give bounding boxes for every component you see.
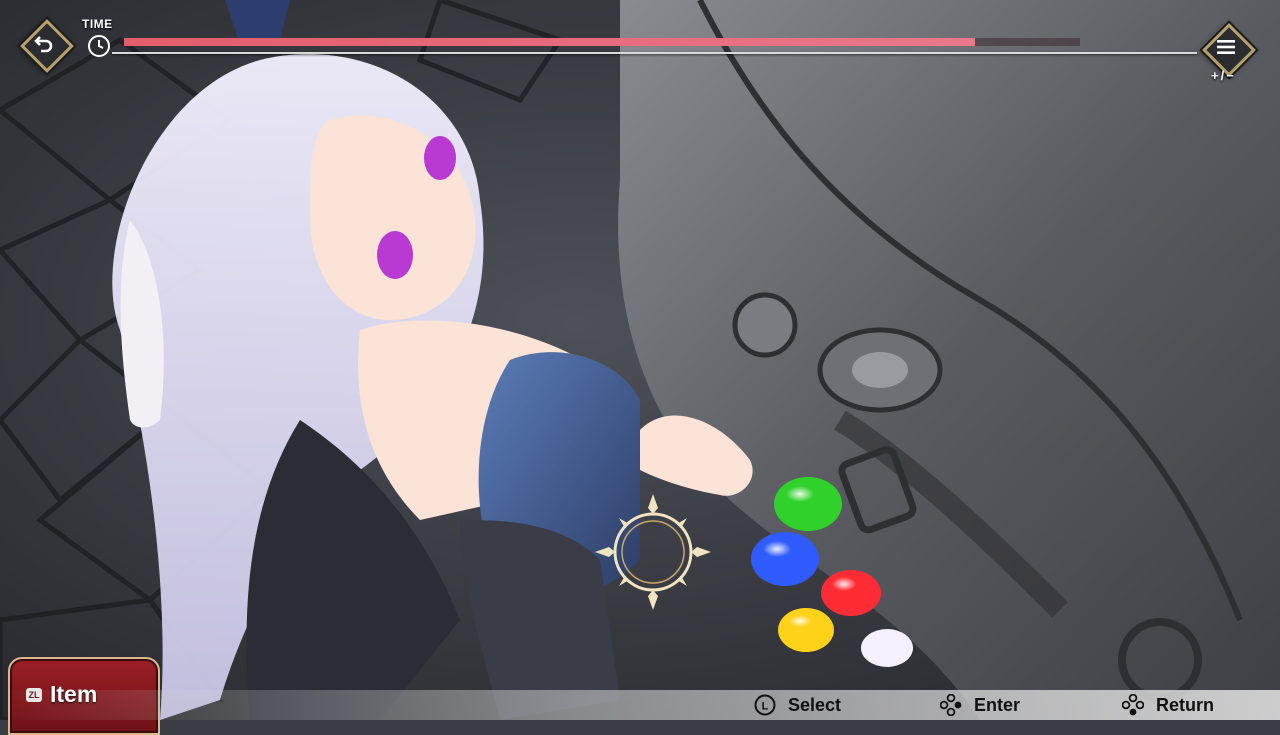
- hint-enter-label: Enter: [974, 694, 1021, 715]
- zoom-indicator: +/−: [1211, 68, 1236, 83]
- hint-select: L Select: [754, 693, 841, 717]
- clock-icon: [88, 35, 110, 57]
- hint-enter: Enter: [940, 693, 1020, 717]
- time-remaining-bar: [124, 38, 1080, 46]
- dpad-right-icon: [940, 694, 962, 716]
- time-label: TIME: [82, 17, 113, 31]
- dpad-down-icon: [1122, 694, 1144, 716]
- back-arrow-icon: [21, 20, 67, 66]
- menu-icon: [1203, 24, 1249, 70]
- red-orb[interactable]: [821, 570, 881, 616]
- white-orb[interactable]: [861, 629, 913, 667]
- green-orb[interactable]: [774, 477, 842, 531]
- menu-button[interactable]: +/−: [1202, 23, 1256, 83]
- back-button[interactable]: [20, 19, 74, 73]
- svg-text:L: L: [762, 701, 769, 713]
- time-remaining-fill: [124, 38, 975, 46]
- yellow-orb[interactable]: [778, 608, 834, 652]
- hint-select-label: Select: [788, 694, 842, 715]
- timer-track: [112, 52, 1197, 54]
- control-hint-bar: [0, 690, 1280, 720]
- left-stick-icon: L: [754, 694, 776, 716]
- blue-orb[interactable]: [751, 532, 819, 586]
- hint-return-label: Return: [1156, 694, 1214, 715]
- game-scene: [0, 0, 1280, 720]
- hint-return: Return: [1122, 693, 1214, 717]
